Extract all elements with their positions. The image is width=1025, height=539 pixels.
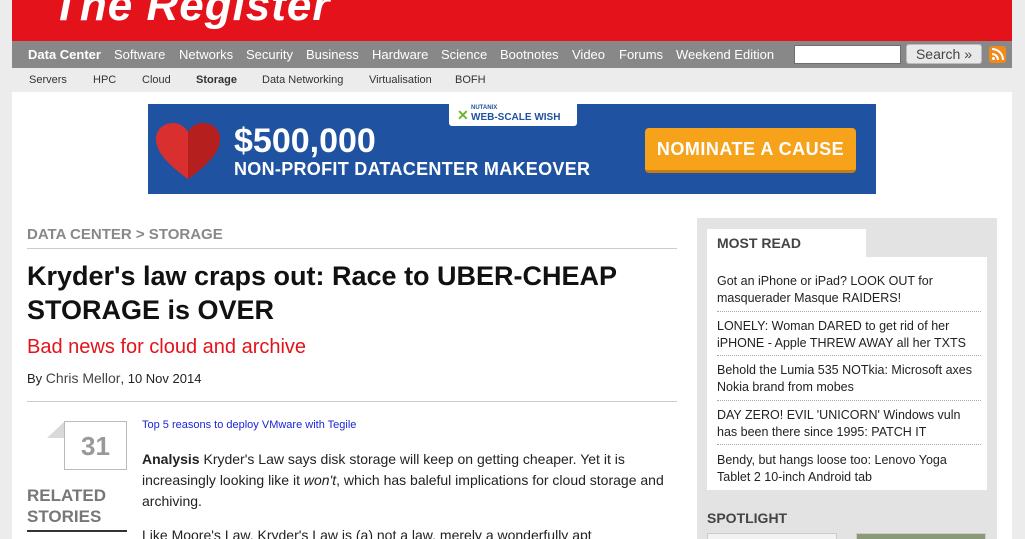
spotlight-image[interactable] (707, 533, 837, 539)
heart-icon (156, 123, 220, 179)
most-read-list: Got an iPhone or iPad? LOOK OUT for masq… (707, 257, 987, 490)
most-read-item[interactable]: Bendy, but hangs loose too: Lenovo Yoga … (717, 452, 981, 486)
most-read-tab[interactable]: MOST READ (707, 229, 866, 257)
paragraph-emphasis: won't (303, 472, 337, 488)
author-link[interactable]: Chris Mellor (46, 370, 121, 386)
subnav-item-virtualisation[interactable]: Virtualisation (369, 68, 432, 92)
paragraph-lead: Analysis (142, 451, 200, 467)
divider (27, 248, 677, 249)
nav-item-software[interactable]: Software (114, 41, 165, 68)
subnav-item-data-networking[interactable]: Data Networking (262, 68, 343, 92)
divider (27, 401, 677, 402)
most-read-item[interactable]: LONELY: Woman DARED to get rid of her iP… (717, 318, 981, 352)
subnav-item-servers[interactable]: Servers (29, 68, 67, 92)
article-paragraph: Like Moore's Law, Kryder's Law is (a) no… (142, 527, 592, 539)
masthead: The Register (12, 0, 1012, 41)
brand-x-icon: ✕ (457, 107, 469, 123)
related-stories-title: RELATED STORIES (27, 486, 107, 526)
site-logo[interactable]: The Register (52, 0, 331, 31)
nominate-cause-button[interactable]: NOMINATE A CAUSE (645, 128, 856, 173)
divider (717, 444, 981, 445)
most-read-item[interactable]: DAY ZERO! EVIL 'UNICORN' Windows vuln ha… (717, 407, 981, 441)
article-paragraph: Analysis Kryder's Law says disk storage … (142, 449, 677, 512)
nav-item-networks[interactable]: Networks (179, 41, 233, 68)
sub-nav: Servers HPC Cloud Storage Data Networkin… (12, 68, 1012, 92)
subnav-item-storage[interactable]: Storage (196, 68, 237, 92)
nav-item-hardware[interactable]: Hardware (372, 41, 428, 68)
most-read-item[interactable]: Got an iPhone or iPad? LOOK OUT for masq… (717, 273, 981, 307)
rss-icon[interactable] (989, 46, 1006, 63)
nav-item-data-center[interactable]: Data Center (28, 41, 101, 68)
banner-brand: ✕ NUTANIX WEB-SCALE WISH (449, 104, 577, 126)
byline-prefix: By (27, 371, 46, 386)
nav-item-business[interactable]: Business (306, 41, 359, 68)
ad-banner[interactable]: ✕ NUTANIX WEB-SCALE WISH $500,000 NON-PR… (148, 104, 876, 194)
divider (27, 530, 127, 532)
nav-item-weekend-edition[interactable]: Weekend Edition (676, 41, 774, 68)
subnav-item-bofh[interactable]: BOFH (455, 68, 486, 92)
comment-bubble-tail (47, 421, 65, 438)
search-input[interactable] (794, 45, 901, 64)
sidebar: MOST READ Got an iPhone or iPad? LOOK OU… (697, 218, 997, 539)
main-nav: Data Center Software Networks Security B… (12, 41, 1012, 68)
nav-item-science[interactable]: Science (441, 41, 487, 68)
most-read-item[interactable]: Behold the Lumia 535 NOTkia: Microsoft a… (717, 362, 981, 396)
divider (717, 355, 981, 356)
nav-item-video[interactable]: Video (572, 41, 605, 68)
nav-item-forums[interactable]: Forums (619, 41, 663, 68)
article-standfirst: Bad news for cloud and archive (27, 336, 307, 358)
breadcrumb[interactable]: DATA CENTER > STORAGE (27, 226, 223, 243)
spotlight-image[interactable] (856, 533, 986, 539)
banner-subtitle: NON-PROFIT DATACENTER MAKEOVER (234, 159, 591, 179)
page: The Register Data Center Software Networ… (0, 0, 1025, 539)
subnav-item-cloud[interactable]: Cloud (142, 68, 171, 92)
brand-text: WEB-SCALE WISH (471, 112, 561, 123)
byline: By Chris Mellor, 10 Nov 2014 (27, 370, 201, 386)
subnav-item-hpc[interactable]: HPC (93, 68, 116, 92)
nav-item-security[interactable]: Security (246, 41, 293, 68)
article-date: , 10 Nov 2014 (120, 371, 202, 386)
article-headline: Kryder's law craps out: Race to UBER-CHE… (27, 261, 617, 325)
spotlight-title: SPOTLIGHT (707, 510, 788, 526)
banner-amount: $500,000 (234, 122, 376, 160)
search-button[interactable]: Search » (906, 44, 982, 64)
brand-tag: NUTANIX (471, 105, 498, 111)
comment-count[interactable]: 31 (64, 421, 127, 470)
sponsored-link[interactable]: Top 5 reasons to deploy VMware with Tegi… (142, 419, 356, 431)
nav-item-bootnotes[interactable]: Bootnotes (500, 41, 559, 68)
divider (717, 400, 981, 401)
divider (717, 311, 981, 312)
